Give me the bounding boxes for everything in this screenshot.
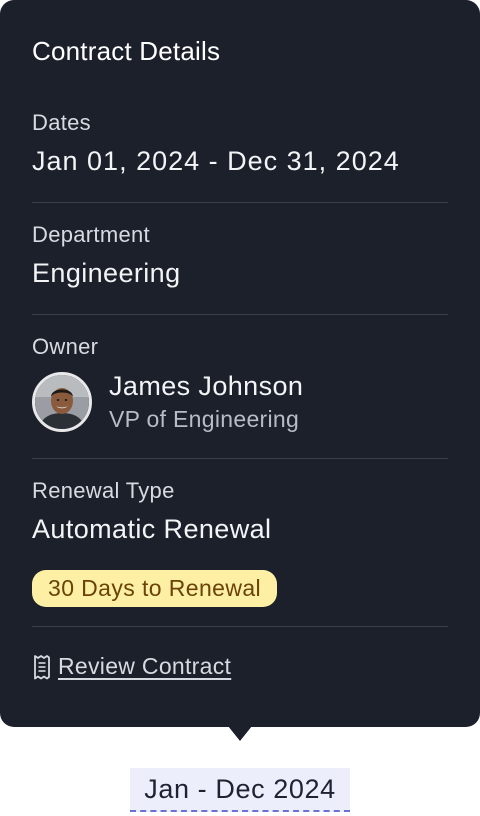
review-contract-link[interactable]: Review Contract bbox=[32, 653, 231, 680]
divider bbox=[32, 202, 448, 203]
popover-title: Contract Details bbox=[32, 36, 221, 66]
popover-arrow bbox=[228, 726, 252, 741]
review-contract-label[interactable]: Review Contract bbox=[58, 653, 231, 680]
renewal-section: Renewal Type Automatic Renewal 30 Days t… bbox=[32, 478, 448, 607]
department-label: Department bbox=[32, 222, 150, 247]
renewal-type-value: Automatic Renewal bbox=[32, 514, 272, 544]
receipt-icon bbox=[34, 654, 50, 679]
dates-label: Dates bbox=[32, 110, 91, 135]
owner-text: James Johnson VP of Engineering bbox=[109, 371, 303, 433]
department-value: Engineering bbox=[32, 258, 181, 288]
date-range-trigger[interactable]: Jan - Dec 2024 bbox=[130, 768, 350, 812]
divider bbox=[32, 458, 448, 459]
owner-label: Owner bbox=[32, 334, 99, 359]
owner-name: James Johnson bbox=[109, 371, 304, 401]
department-section: Department Engineering bbox=[32, 222, 448, 289]
owner-role: VP of Engineering bbox=[109, 406, 300, 432]
divider bbox=[32, 314, 448, 315]
divider bbox=[32, 626, 448, 627]
contract-details-popover: Contract Details Dates Jan 01, 2024 - De… bbox=[0, 0, 480, 727]
renewal-countdown-badge: 30 Days to Renewal bbox=[32, 570, 278, 607]
dates-section: Dates Jan 01, 2024 - Dec 31, 2024 bbox=[32, 110, 448, 177]
owner-avatar bbox=[32, 372, 92, 432]
dates-value: Jan 01, 2024 - Dec 31, 2024 bbox=[32, 146, 400, 176]
owner-row: James Johnson VP of Engineering bbox=[32, 371, 448, 433]
avatar-photo-icon bbox=[35, 375, 89, 429]
renewal-type-label: Renewal Type bbox=[32, 478, 175, 503]
owner-section: Owner James Johnson VP of Engineering bbox=[32, 334, 448, 433]
